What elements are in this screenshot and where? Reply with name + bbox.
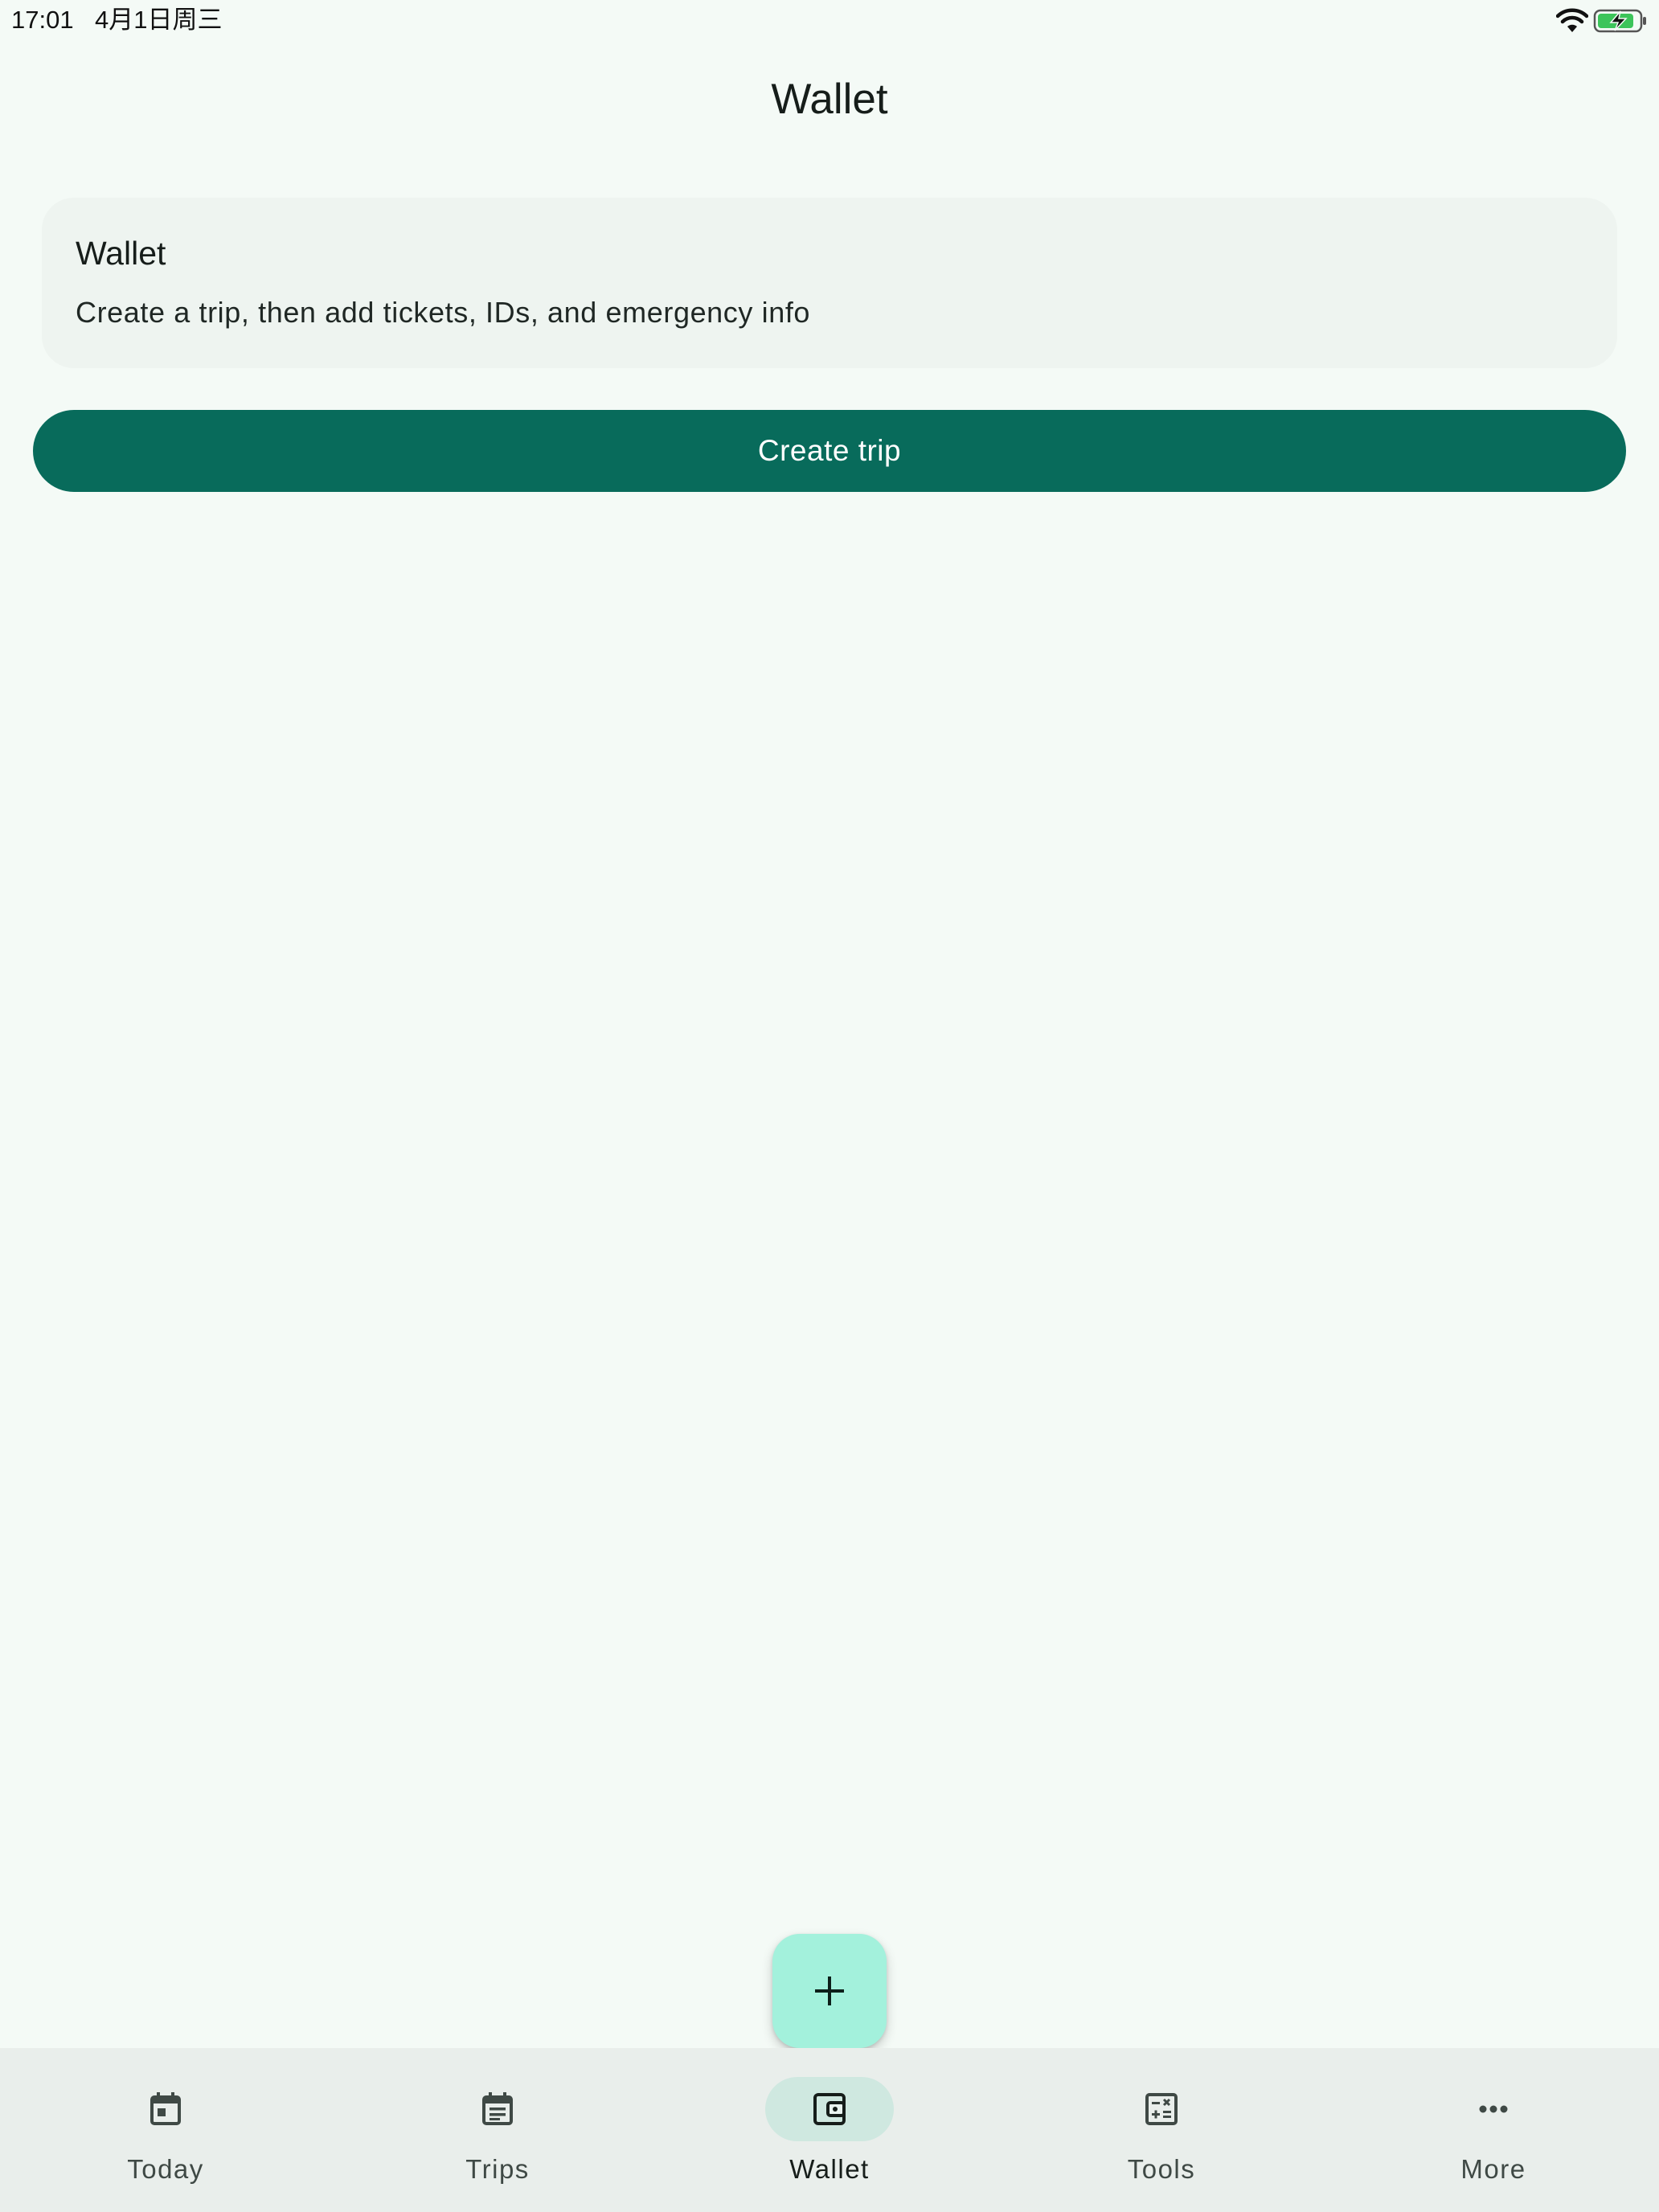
info-card-title: Wallet [76,235,166,272]
add-fab-button[interactable] [772,1934,887,2048]
event-note-icon [482,2092,513,2125]
status-time: 17:01 [11,6,74,34]
nav-item-wallet[interactable]: Wallet [664,2048,995,2212]
status-bar: 17:01 4月1日周三 [0,0,1659,42]
page-title: Wallet [771,76,888,123]
nav-label-wallet: Wallet [789,2154,870,2184]
nav-item-more[interactable]: More [1328,2048,1659,2212]
wallet-info-card: Wallet Create a trip, then add tickets, … [42,198,1617,368]
battery-charging-icon [1593,9,1646,33]
more-horizontal-icon [1479,2105,1508,2113]
plus-icon [815,1976,844,2005]
nav-label-trips: Trips [465,2154,530,2184]
nav-item-tools[interactable]: Tools [996,2048,1327,2212]
create-trip-button[interactable]: Create trip [33,410,1626,492]
calculator-icon [1145,2093,1178,2125]
calendar-today-icon [150,2092,181,2125]
info-card-description: Create a trip, then add tickets, IDs, an… [76,296,811,329]
nav-label-tools: Tools [1127,2154,1196,2184]
nav-item-today[interactable]: Today [0,2048,331,2212]
wifi-icon [1556,8,1588,32]
nav-item-trips[interactable]: Trips [332,2048,663,2212]
nav-label-more: More [1460,2154,1526,2184]
bottom-navigation-bar: Today Trips Wallet Tools More [0,2048,1659,2212]
wallet-icon [813,2093,846,2125]
nav-label-today: Today [127,2154,204,2184]
status-date: 4月1日周三 [95,6,223,34]
